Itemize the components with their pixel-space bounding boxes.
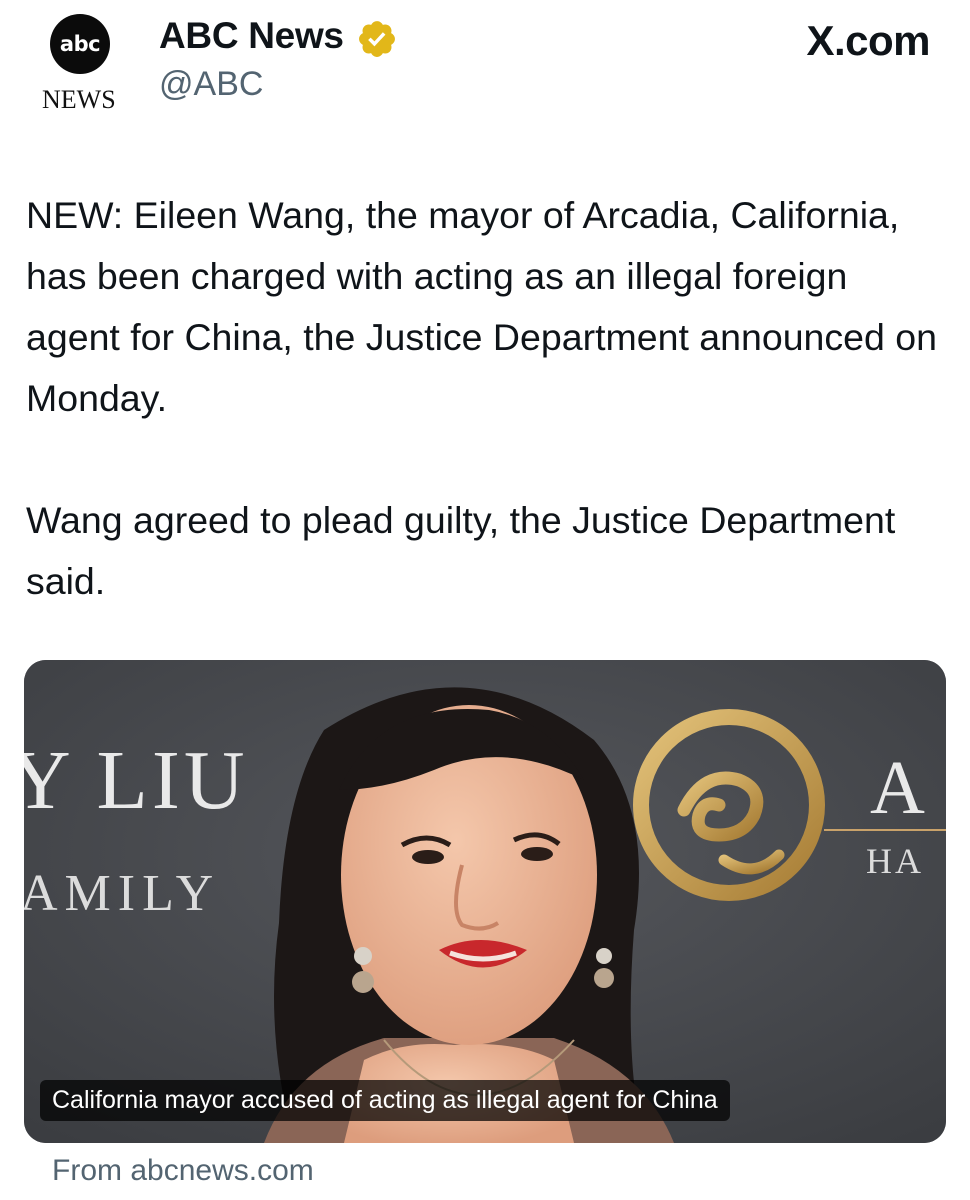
author-handle[interactable]: @ABC [159, 65, 263, 104]
abc-logo-wordmark: NEWS [42, 85, 116, 114]
verified-badge-icon [359, 21, 395, 57]
source-link[interactable]: From abcnews.com [52, 1154, 314, 1188]
abc-news-logo[interactable]: abc NEWS [36, 8, 126, 114]
tweet-paragraph: NEW: Eileen Wang, the mayor of Arcadia, … [26, 194, 938, 419]
backdrop-text: AMILY [24, 865, 220, 922]
author-name[interactable]: ABC News [159, 15, 344, 57]
news-photo: Y LIU AMILY A HA [24, 660, 946, 1143]
abc-logo-mark: abc [50, 14, 110, 74]
backdrop-text: Y LIU [24, 734, 249, 827]
media-caption: California mayor accused of acting as il… [40, 1080, 730, 1121]
backdrop-text: HA [866, 841, 924, 881]
x-site-logo[interactable]: X.com [806, 17, 930, 65]
tweet-paragraph: Wang agreed to plead guilty, the Justice… [26, 499, 896, 602]
tweet-text: NEW: Eileen Wang, the mayor of Arcadia, … [26, 185, 946, 612]
media-card[interactable]: Y LIU AMILY A HA California mayor accuse… [24, 660, 946, 1143]
backdrop-text: A [870, 746, 925, 830]
